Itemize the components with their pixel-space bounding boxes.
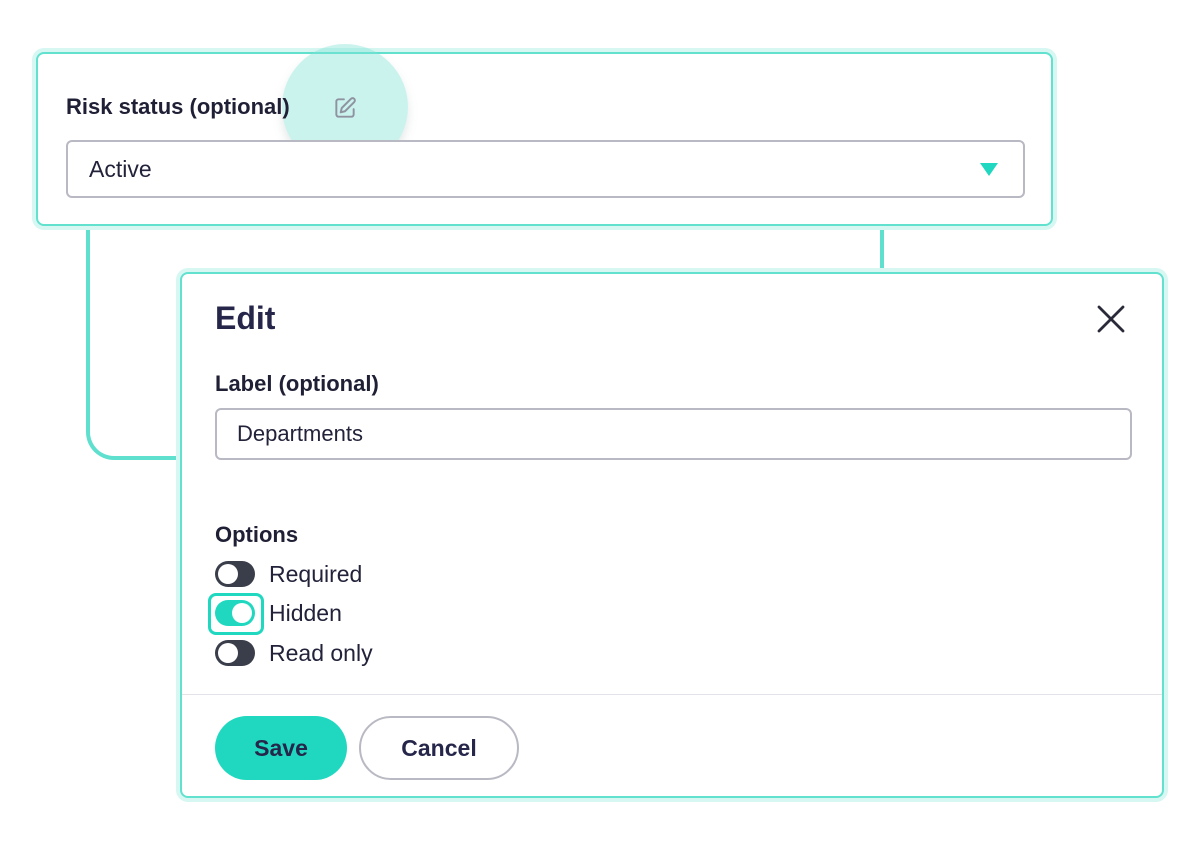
hidden-toggle[interactable] <box>208 593 264 635</box>
risk-status-label: Risk status (optional) <box>66 94 290 119</box>
edit-dialog: Edit Label (optional) Options Required H… <box>180 272 1164 798</box>
edit-icon[interactable] <box>332 95 358 121</box>
connector-line-right <box>880 222 884 276</box>
caret-down-icon <box>980 163 998 176</box>
select-value: Active <box>89 156 152 182</box>
toggle-knob <box>232 603 252 623</box>
risk-status-select[interactable]: Active <box>66 140 1025 198</box>
label-input[interactable] <box>215 408 1132 460</box>
read-only-toggle[interactable] <box>215 640 255 666</box>
risk-status-field-card: Risk status (optional) Active <box>36 44 1053 226</box>
toggle-knob <box>218 643 238 663</box>
toggle-knob <box>218 564 238 584</box>
cancel-button[interactable]: Cancel <box>359 716 519 780</box>
option-required: Required <box>215 559 362 589</box>
save-button[interactable]: Save <box>215 716 347 780</box>
dialog-title: Edit <box>215 300 276 336</box>
option-hidden: Hidden <box>208 593 342 635</box>
option-label-required: Required <box>269 560 363 587</box>
label-field-label: Label (optional) <box>215 371 379 396</box>
option-label-read-only: Read only <box>269 639 373 666</box>
option-read-only: Read only <box>215 638 373 668</box>
options-title: Options <box>215 522 299 547</box>
footer-divider <box>182 694 1162 695</box>
close-icon[interactable] <box>1096 304 1126 334</box>
required-toggle[interactable] <box>215 561 255 587</box>
option-label-hidden: Hidden <box>269 599 342 626</box>
